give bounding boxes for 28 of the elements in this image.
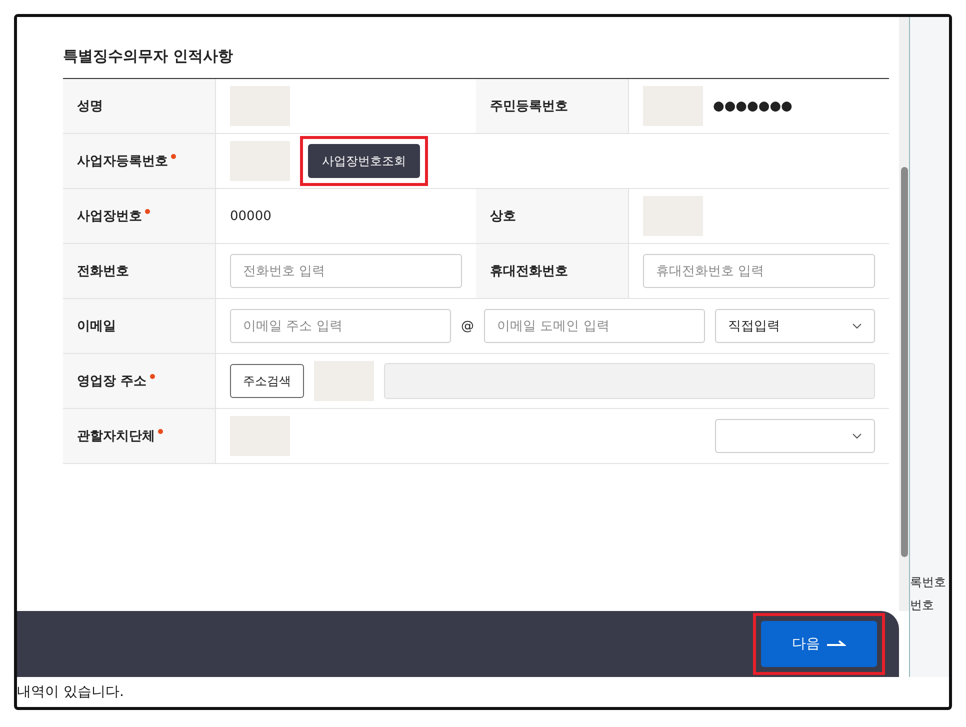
field-label: 영업장 주소 <box>77 373 147 390</box>
field-value: @ <box>461 318 474 334</box>
field-label: 성명 <box>77 98 103 115</box>
field-label: 상호 <box>490 208 516 225</box>
input-field[interactable]: 이메일 도메인 입력 <box>484 309 705 343</box>
field-label: 이메일 <box>77 318 116 335</box>
background-text: 록번호 <box>910 574 947 591</box>
input-field[interactable]: 이메일 주소 입력 <box>230 309 451 343</box>
next-button[interactable]: 다음 <box>761 621 877 667</box>
field-label: 주민등록번호 <box>490 98 568 115</box>
input-field[interactable]: 전화번호 입력 <box>230 254 462 288</box>
chevron-down-icon <box>852 323 862 329</box>
chevron-down-icon <box>852 433 862 439</box>
background-text: 번호 <box>910 597 935 614</box>
field-label: 휴대전화번호 <box>490 263 568 280</box>
lookup-button[interactable]: 사업장번호조회 <box>308 144 420 178</box>
input-field[interactable]: 휴대전화번호 입력 <box>643 254 875 288</box>
field-value: ●●●●●●● <box>713 98 792 114</box>
field-value: 00000 <box>230 208 272 224</box>
select-field[interactable] <box>715 419 875 453</box>
field-label: 전화번호 <box>77 263 129 280</box>
scrollbar-thumb[interactable] <box>900 167 908 557</box>
address-search-button[interactable]: 주소검색 <box>230 364 304 398</box>
field-label: 사업장번호 <box>77 208 142 225</box>
background-text: 내역이 있습니다. <box>17 683 125 701</box>
select-field[interactable]: 직접입력 <box>715 309 875 343</box>
field-label: 관할자치단체 <box>77 428 155 445</box>
field-label: 사업자등록번호 <box>77 153 168 170</box>
